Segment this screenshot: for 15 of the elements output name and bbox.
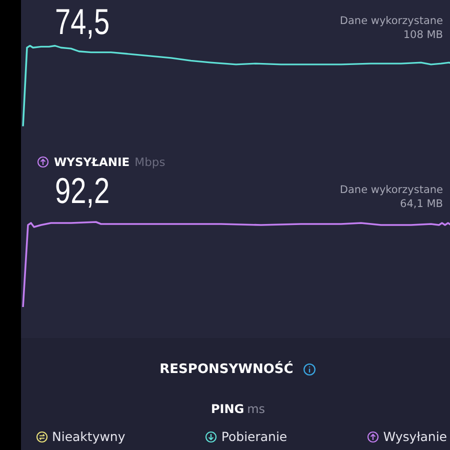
speed-value: 92,2 <box>55 171 110 211</box>
ping-label: PING <box>210 402 244 416</box>
section-title: RESPONSYWNOŚĆ <box>160 362 294 377</box>
legend-label: Nieaktywny <box>52 429 126 444</box>
info-icon[interactable] <box>303 363 316 376</box>
data-used-label: Dane wykorzystane <box>340 14 443 28</box>
test-label: WYSYŁANIE <box>54 155 130 169</box>
data-used-label: Dane wykorzystane <box>340 183 443 197</box>
data-used-value: 64,1 MB <box>400 197 443 211</box>
unit-label: Mbps <box>134 155 166 169</box>
speed-value: 74,5 <box>55 2 110 42</box>
ping-unit: ms <box>247 402 266 416</box>
legend-label: Pobieranie <box>221 429 288 444</box>
legend-label: Wysyłanie <box>383 429 447 444</box>
data-used-value: 108 MB <box>403 28 443 42</box>
